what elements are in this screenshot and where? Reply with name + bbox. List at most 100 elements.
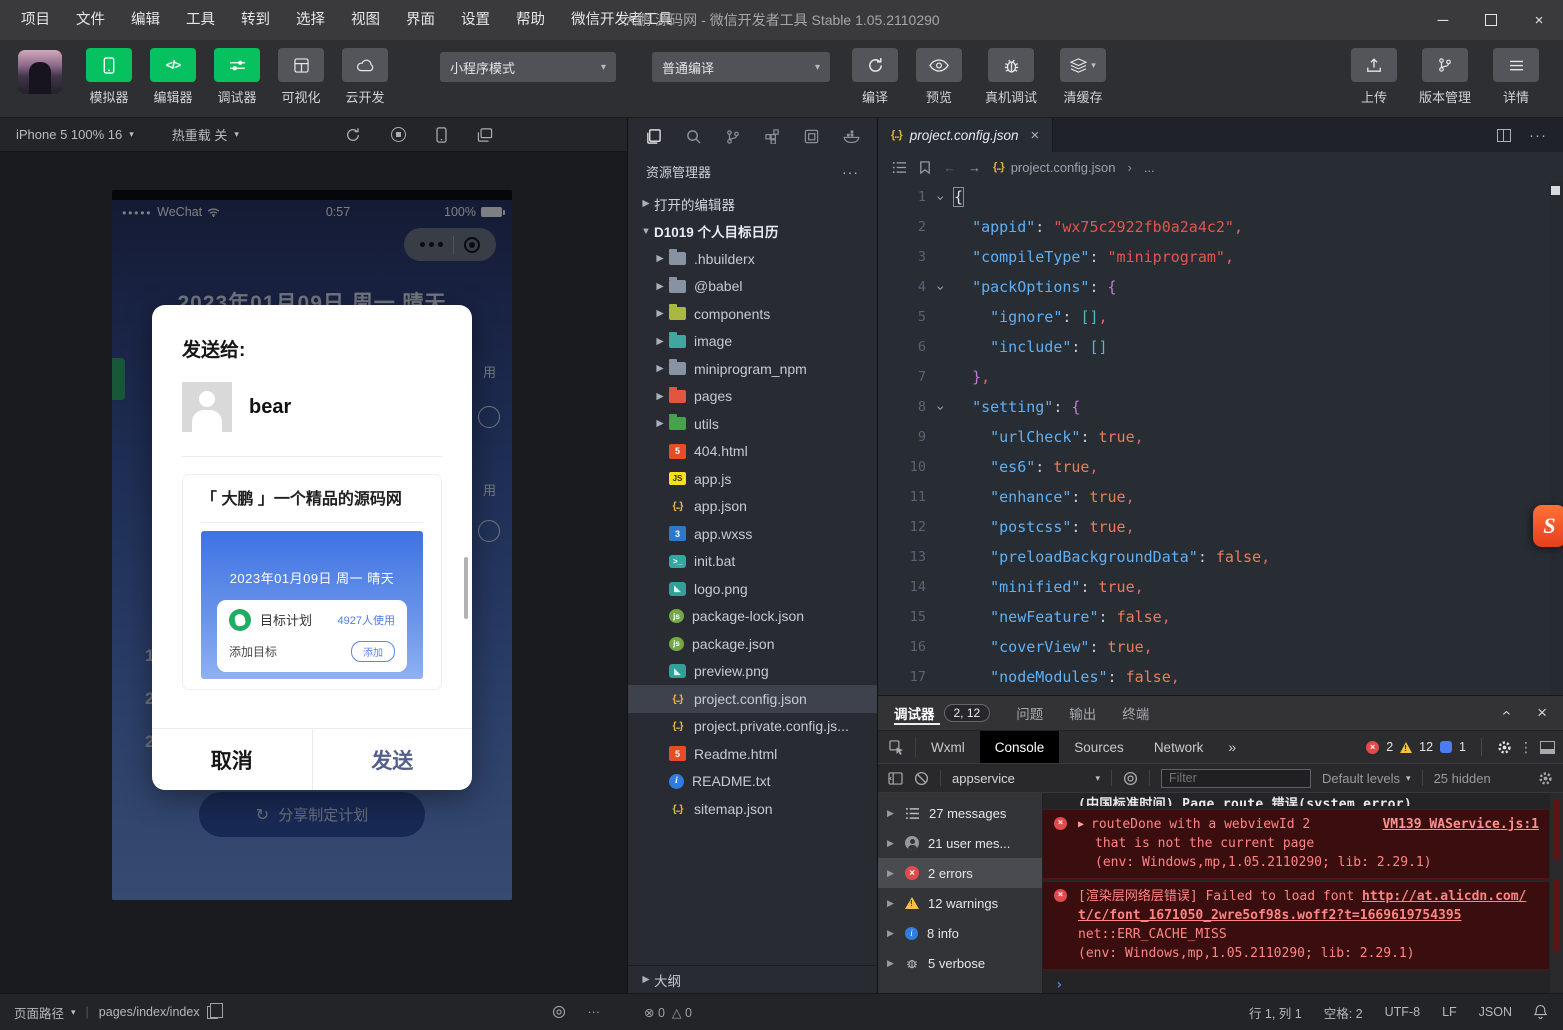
console-scrollbar[interactable] [1550, 793, 1563, 993]
console-prompt[interactable]: › [1043, 970, 1549, 993]
sandbox-icon[interactable] [792, 129, 832, 144]
menu-item[interactable]: 设置 [448, 0, 503, 40]
console-filter-input[interactable] [1161, 769, 1311, 788]
editor-toggle[interactable]: </> 编辑器 [142, 48, 204, 106]
menu-item[interactable]: 帮助 [503, 0, 558, 40]
extensions-icon[interactable] [753, 129, 793, 144]
preview-button[interactable]: 预览 [908, 48, 970, 106]
breadcrumb-item[interactable]: {..} project.config.json [993, 160, 1115, 175]
split-editor-icon[interactable] [1497, 129, 1511, 142]
tree-item[interactable]: ◣ logo.png [628, 575, 877, 603]
remote-debug-button[interactable]: 真机调试 [972, 48, 1050, 106]
floating-screenshot-badge[interactable]: S [1533, 505, 1563, 547]
tree-item[interactable]: {..} project.private.config.js... [628, 713, 877, 741]
tab-terminal[interactable]: 终端 [1122, 703, 1149, 723]
menu-item[interactable]: 视图 [338, 0, 393, 40]
close-button[interactable]: × [1515, 0, 1563, 40]
tree-item[interactable]: >_ init.bat [628, 548, 877, 576]
close-tab-icon[interactable]: × [1031, 127, 1040, 144]
tree-item[interactable]: ◣ preview.png [628, 658, 877, 686]
minimize-button[interactable]: ─ [1419, 0, 1467, 40]
editor-scrollbar[interactable] [1549, 182, 1563, 695]
filter-info[interactable]: ▶ i 8 info [878, 918, 1042, 948]
menu-item[interactable]: 界面 [393, 0, 448, 40]
tree-item[interactable]: ▶ 打开的编辑器 [628, 190, 877, 218]
tree-item[interactable]: ▶ components [628, 300, 877, 328]
menu-item[interactable]: 文件 [63, 0, 118, 40]
filter-user-messages[interactable]: ▶ 21 user mes... [878, 828, 1042, 858]
more-tabs-icon[interactable]: » [1218, 739, 1246, 755]
tree-item[interactable]: {..} sitemap.json [628, 795, 877, 823]
visual-toggle[interactable]: 可视化 [270, 48, 332, 106]
filter-verbose[interactable]: ▶ 5 verbose [878, 948, 1042, 978]
tab-network[interactable]: Network [1139, 731, 1219, 763]
contact-row[interactable]: bear [182, 382, 442, 432]
tree-item[interactable]: ▶ image [628, 328, 877, 356]
filter-errors[interactable]: ▶ × 2 errors [878, 858, 1042, 888]
inspect-element-icon[interactable] [878, 737, 916, 756]
tree-item[interactable]: 5 Readme.html [628, 740, 877, 768]
cloud-dev-toggle[interactable]: 云开发 [334, 48, 396, 106]
device-frame-icon[interactable] [436, 127, 447, 143]
tree-item[interactable]: {..} project.config.json [628, 685, 877, 713]
tab-problems[interactable]: 问题 [1016, 703, 1043, 723]
send-button[interactable]: 发送 [312, 729, 473, 790]
reload-icon[interactable] [345, 127, 361, 143]
tree-item[interactable]: js package.json [628, 630, 877, 658]
tree-item[interactable]: ▶ miniprogram_npm [628, 355, 877, 383]
language-mode[interactable]: JSON [1479, 1005, 1512, 1019]
eye-filter-icon[interactable] [1123, 771, 1138, 786]
tab-debugger[interactable]: 调试器 2, 12 [894, 696, 990, 730]
forward-icon[interactable]: → [968, 160, 981, 175]
tree-item[interactable]: i README.txt [628, 768, 877, 796]
encoding[interactable]: UTF-8 [1385, 1005, 1420, 1019]
close-panel-icon[interactable]: × [1537, 703, 1547, 723]
tree-item[interactable]: ▶ utils [628, 410, 877, 438]
log-levels-select[interactable]: Default levels ▾ [1322, 771, 1411, 786]
multi-window-icon[interactable] [477, 128, 493, 142]
clear-cache-button[interactable]: ▾ 清缓存 [1052, 48, 1114, 106]
user-avatar[interactable] [18, 50, 62, 94]
stop-icon[interactable] [391, 127, 406, 142]
simulator-toggle[interactable]: 模拟器 [78, 48, 140, 106]
tree-item[interactable]: 5 404.html [628, 438, 877, 466]
console-output[interactable]: (中国标准时间) Page route 错误(system error) × ▶… [1043, 793, 1563, 993]
dock-panel-icon[interactable] [1540, 741, 1555, 754]
tree-item[interactable]: ▼ D1019 个人目标日历 [628, 218, 877, 246]
debugger-toggle[interactable]: 调试器 [206, 48, 268, 106]
kebab-menu-icon[interactable]: ⋮ [1519, 739, 1533, 756]
tree-item[interactable]: JS app.js [628, 465, 877, 493]
tree-item[interactable]: ▶ pages [628, 383, 877, 411]
menu-item[interactable]: 工具 [173, 0, 228, 40]
details-button[interactable]: 详情 [1485, 48, 1547, 106]
more-actions-icon[interactable]: ··· [1529, 127, 1547, 144]
filter-warnings[interactable]: ▶ 12 warnings [878, 888, 1042, 918]
files-icon[interactable] [634, 129, 674, 144]
copy-icon[interactable] [207, 1006, 218, 1019]
version-control-button[interactable]: 版本管理 [1407, 48, 1483, 106]
console-error-message[interactable]: × [渲染层网络层错误] Failed to load font http://… [1043, 881, 1549, 970]
tab-wxml[interactable]: Wxml [916, 731, 980, 763]
code-editor[interactable]: 1›{2 "appid": "wx75c2922fb0a2a4c2",3 "co… [878, 182, 1563, 695]
panel-left-icon[interactable] [888, 772, 903, 785]
context-select[interactable]: appservice ▾ [952, 771, 1100, 786]
eol-type[interactable]: LF [1442, 1005, 1457, 1019]
tab-console[interactable]: Console [980, 731, 1060, 763]
bookmark-icon[interactable] [919, 161, 931, 174]
dialog-scrollbar[interactable] [464, 557, 468, 619]
outline-section[interactable]: ▶ 大纲 [628, 965, 877, 993]
menu-item[interactable]: 选择 [283, 0, 338, 40]
tree-item[interactable]: ▶ .hbuilderx [628, 245, 877, 273]
maximize-button[interactable] [1467, 0, 1515, 40]
outline-list-icon[interactable] [892, 161, 907, 174]
more-actions-icon[interactable]: ··· [588, 1005, 601, 1019]
upload-button[interactable]: 上传 [1343, 48, 1405, 106]
source-control-icon[interactable] [713, 129, 753, 145]
eye-icon[interactable] [552, 1005, 566, 1019]
gear-icon[interactable] [1538, 771, 1553, 786]
console-error-message[interactable]: × ▶ routeDone with a webviewId 2 VM139 W… [1043, 809, 1549, 879]
gear-icon[interactable] [1497, 740, 1512, 755]
tree-item[interactable]: 3 app.wxss [628, 520, 877, 548]
menu-item[interactable]: 项目 [8, 0, 63, 40]
error-source-link[interactable]: VM139 WAService.js:1 [1368, 815, 1539, 834]
